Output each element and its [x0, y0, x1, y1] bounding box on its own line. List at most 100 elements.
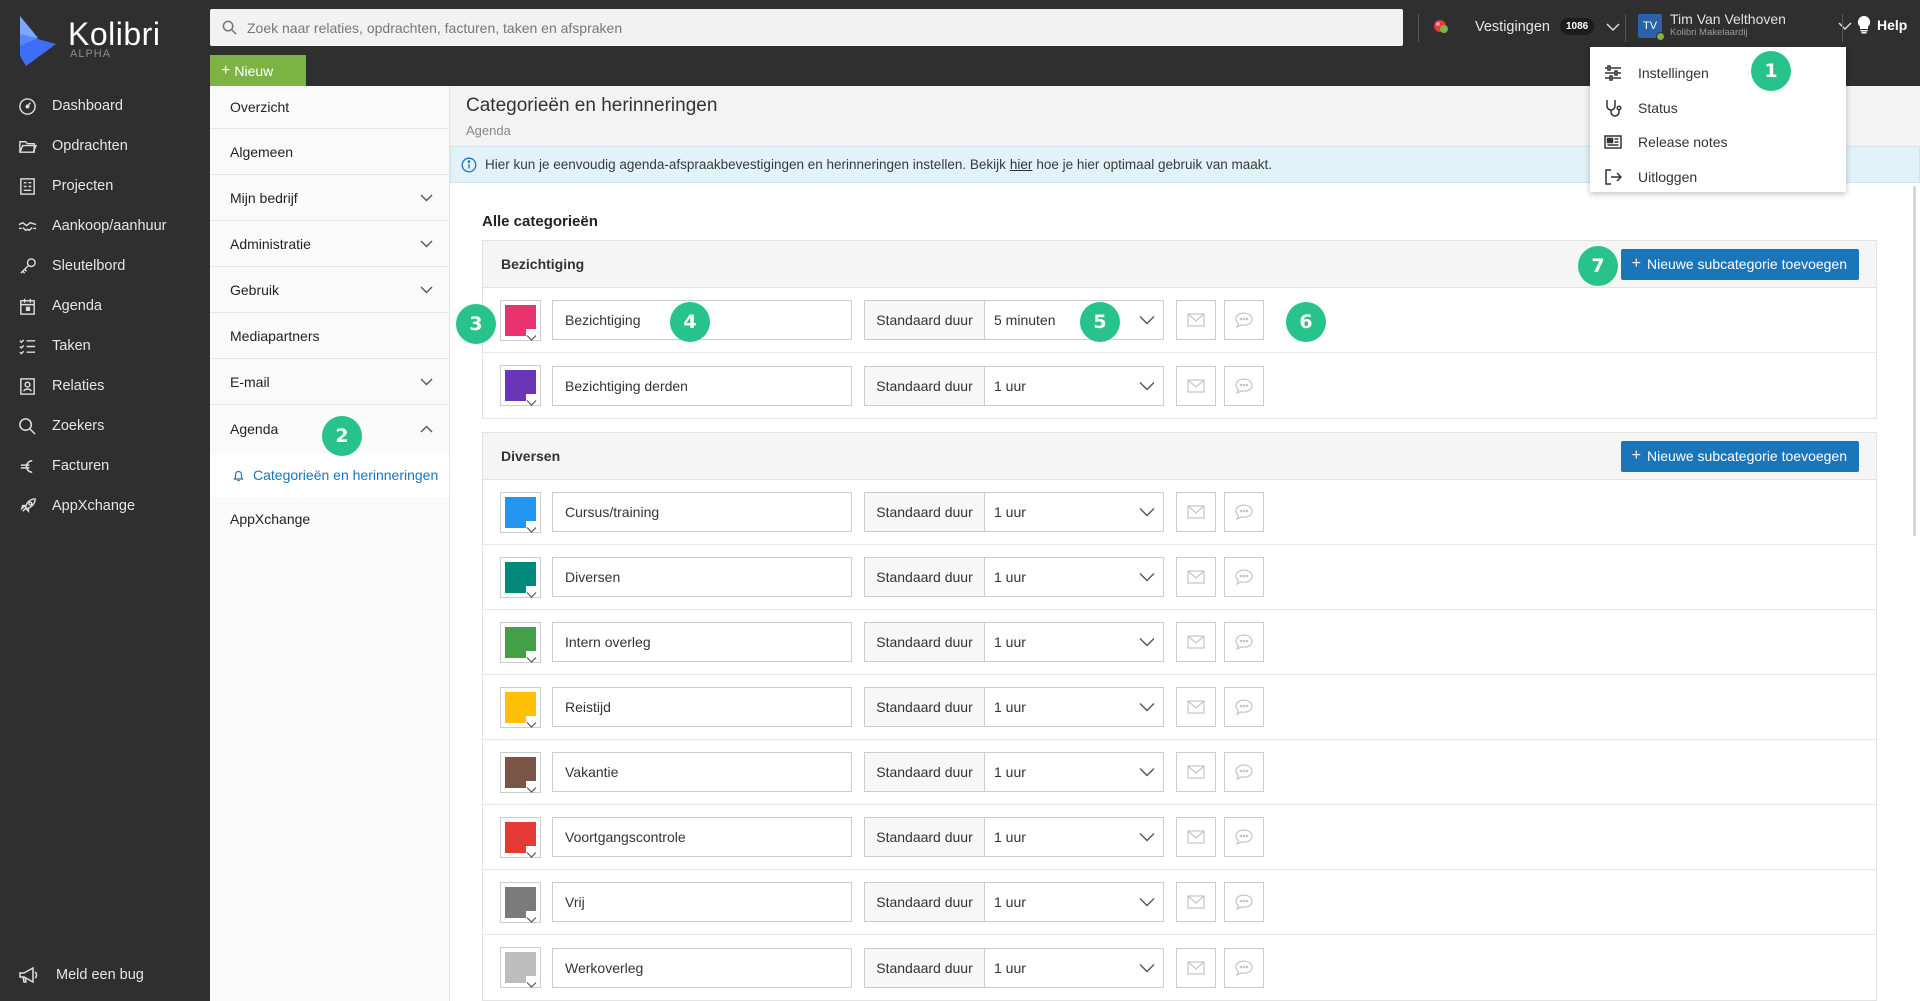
sms-reminder-button[interactable]: [1224, 622, 1264, 662]
color-picker[interactable]: [500, 881, 541, 923]
category-name-input[interactable]: [552, 687, 852, 727]
menu-item-instellingen[interactable]: Instellingen: [1590, 56, 1846, 91]
sms-reminder-button[interactable]: [1224, 882, 1264, 922]
vestigingen-selector[interactable]: Vestigingen 1086: [1475, 18, 1620, 35]
email-reminder-button[interactable]: [1176, 492, 1216, 532]
sms-reminder-button[interactable]: [1224, 752, 1264, 792]
nav-label: Facturen: [52, 458, 110, 474]
nav-item-zoekers[interactable]: Zoekers: [0, 406, 210, 446]
category-name-input[interactable]: [552, 947, 852, 988]
duration-select[interactable]: 1 uur: [985, 817, 1164, 857]
nav-item-appxchange[interactable]: AppXchange: [0, 486, 210, 526]
sms-reminder-button[interactable]: [1224, 365, 1264, 406]
chevron-down-icon: [1139, 381, 1155, 390]
envelope-icon: [1187, 505, 1205, 519]
add-subcategory-button[interactable]: + Nieuwe subcategorie toevoegen: [1620, 248, 1859, 280]
user-menu-toggle[interactable]: TV Tim Van Velthoven Kolibri Makelaardij: [1638, 12, 1852, 41]
nav-item-aankoop[interactable]: Aankoop/aanhuur: [0, 206, 210, 246]
color-picker[interactable]: [500, 947, 541, 988]
duration-select[interactable]: 1 uur: [985, 557, 1164, 597]
duration-select[interactable]: 5 minuten: [985, 300, 1164, 340]
nav-item-dashboard[interactable]: Dashboard: [0, 86, 210, 126]
category-name-input[interactable]: [552, 752, 852, 792]
email-reminder-button[interactable]: [1176, 752, 1216, 792]
nav-item-agenda[interactable]: Agenda: [0, 286, 210, 326]
settings-item-email[interactable]: E-mail: [210, 359, 449, 405]
color-picker[interactable]: [500, 816, 541, 858]
chevron-down-icon: [420, 240, 433, 248]
sms-reminder-button[interactable]: [1224, 817, 1264, 857]
color-picker[interactable]: [500, 365, 541, 406]
duration-select[interactable]: 1 uur: [985, 622, 1164, 662]
nav-item-taken[interactable]: Taken: [0, 326, 210, 366]
settings-subitem-categorieen[interactable]: Categorieën en herinneringen: [210, 453, 449, 497]
category-name-input[interactable]: [552, 882, 852, 922]
color-picker[interactable]: [500, 556, 541, 598]
email-reminder-button[interactable]: [1176, 365, 1216, 406]
sms-reminder-button[interactable]: [1224, 300, 1264, 340]
menu-item-release-notes[interactable]: Release notes: [1590, 125, 1846, 160]
rocket-icon: [17, 496, 37, 516]
duration-select[interactable]: 1 uur: [985, 752, 1164, 792]
email-reminder-button[interactable]: [1176, 557, 1216, 597]
duration-select[interactable]: 1 uur: [985, 687, 1164, 727]
settings-item-algemeen[interactable]: Algemeen: [210, 129, 449, 175]
scrollbar[interactable]: [1913, 186, 1916, 536]
nav-item-relaties[interactable]: Relaties: [0, 366, 210, 406]
plus-icon: +: [1631, 255, 1641, 272]
email-reminder-button[interactable]: [1176, 947, 1216, 988]
duration-label: Standaard duur: [864, 882, 985, 922]
category-name-input[interactable]: [552, 817, 852, 857]
color-picker[interactable]: [500, 751, 541, 793]
email-reminder-button[interactable]: [1176, 687, 1216, 727]
color-picker[interactable]: [500, 621, 541, 663]
category-name-input[interactable]: [552, 492, 852, 532]
kolibri-logo[interactable]: Kolibri ALPHA: [18, 16, 160, 66]
global-search[interactable]: [210, 9, 1403, 46]
category-group-header: Diversen + Nieuwe subcategorie toevoegen: [483, 433, 1876, 480]
chevron-down-icon: [1139, 638, 1155, 647]
color-picker[interactable]: [500, 491, 541, 533]
email-reminder-button[interactable]: [1176, 622, 1216, 662]
settings-item-gebruik[interactable]: Gebruik: [210, 267, 449, 313]
help-button[interactable]: Help: [1857, 16, 1907, 34]
color-picker[interactable]: [500, 299, 541, 341]
new-button[interactable]: + Nieuw: [210, 55, 306, 86]
nav-item-projecten[interactable]: Projecten: [0, 166, 210, 206]
category-name-input[interactable]: [552, 622, 852, 662]
settings-item-mediapartners[interactable]: Mediapartners: [210, 313, 449, 359]
color-picker[interactable]: [500, 686, 541, 728]
sms-reminder-button[interactable]: [1224, 557, 1264, 597]
notifications-icon[interactable]: [1430, 16, 1452, 38]
add-subcategory-button[interactable]: + Nieuwe subcategorie toevoegen: [1620, 440, 1859, 472]
sms-reminder-button[interactable]: [1224, 492, 1264, 532]
settings-item-appxchange[interactable]: AppXchange: [210, 497, 449, 541]
category-group: Diversen + Nieuwe subcategorie toevoegen St…: [482, 432, 1877, 1001]
email-reminder-button[interactable]: [1176, 882, 1216, 922]
category-name-input[interactable]: [552, 365, 852, 406]
category-row: Standaard duur 1 uur: [483, 870, 1876, 935]
sms-reminder-button[interactable]: [1224, 687, 1264, 727]
duration-select[interactable]: 1 uur: [985, 882, 1164, 922]
settings-item-administratie[interactable]: Administratie: [210, 221, 449, 267]
chevron-down-icon: [1139, 963, 1155, 972]
search-input[interactable]: [247, 19, 1347, 36]
report-bug-link[interactable]: Meld een bug: [17, 964, 144, 986]
sms-reminder-button[interactable]: [1224, 947, 1264, 988]
email-reminder-button[interactable]: [1176, 817, 1216, 857]
nav-label: Dashboard: [52, 98, 123, 114]
info-link[interactable]: hier: [1010, 157, 1033, 172]
duration-select[interactable]: 1 uur: [985, 947, 1164, 988]
settings-item-overzicht[interactable]: Overzicht: [210, 86, 449, 129]
nav-item-sleutelbord[interactable]: Sleutelbord: [0, 246, 210, 286]
chevron-down-icon: [420, 286, 433, 294]
category-name-input[interactable]: [552, 557, 852, 597]
nav-item-opdrachten[interactable]: Opdrachten: [0, 126, 210, 166]
menu-item-uitloggen[interactable]: Uitloggen: [1590, 160, 1846, 195]
nav-item-facturen[interactable]: Facturen: [0, 446, 210, 486]
duration-select[interactable]: 1 uur: [985, 492, 1164, 532]
email-reminder-button[interactable]: [1176, 300, 1216, 340]
duration-select[interactable]: 1 uur: [985, 365, 1164, 406]
menu-item-status[interactable]: Status: [1590, 91, 1846, 126]
settings-item-mijn-bedrijf[interactable]: Mijn bedrijf: [210, 175, 449, 221]
